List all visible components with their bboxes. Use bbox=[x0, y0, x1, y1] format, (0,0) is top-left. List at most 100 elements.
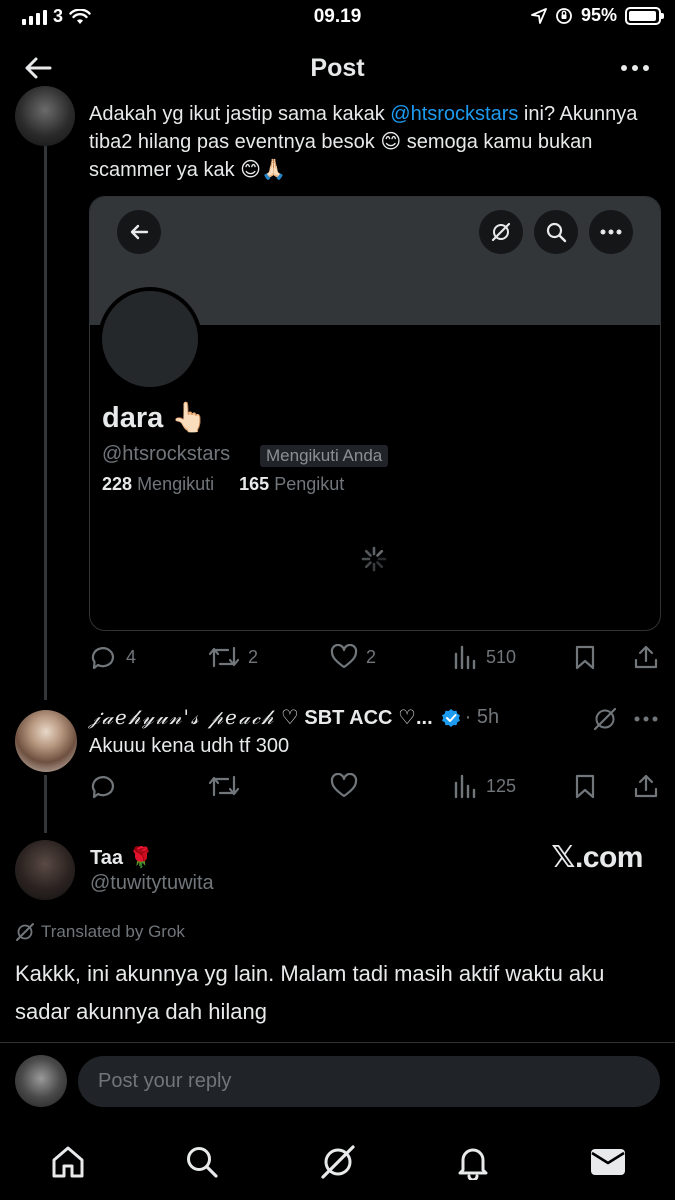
thread-line bbox=[44, 146, 47, 700]
more-button[interactable] bbox=[617, 54, 653, 82]
comment-icon bbox=[91, 647, 115, 670]
nav-notifications[interactable] bbox=[451, 1140, 495, 1184]
repost-count: 2 bbox=[248, 646, 259, 667]
screenshot-user-handle: @tuwitytuwita bbox=[90, 872, 214, 894]
views-chart-icon bbox=[454, 774, 476, 799]
status-bar: 3 09.19 95% bbox=[0, 0, 675, 36]
profile-avatar bbox=[98, 287, 202, 391]
home-icon bbox=[52, 1146, 84, 1178]
divider bbox=[0, 1042, 675, 1043]
bookmark-icon bbox=[575, 774, 595, 799]
repost-icon bbox=[208, 646, 240, 668]
reply-input-placeholder: Post your reply bbox=[98, 1070, 232, 1092]
spinner-spoke bbox=[364, 549, 372, 557]
views-chart-icon bbox=[454, 645, 476, 670]
following-label: Mengikuti bbox=[137, 474, 215, 494]
views-action[interactable]: 510 bbox=[452, 644, 516, 670]
grok-icon bbox=[321, 1145, 355, 1179]
translated-label: Translated by Grok bbox=[41, 922, 185, 941]
card-more-button bbox=[589, 210, 633, 254]
share-icon bbox=[634, 774, 658, 798]
battery-percent: 95% bbox=[580, 5, 617, 25]
nav-home[interactable] bbox=[46, 1140, 90, 1184]
spinner-spoke bbox=[376, 561, 384, 569]
bell-icon bbox=[458, 1148, 488, 1180]
followers-label: Pengikut bbox=[274, 474, 345, 494]
reply-action[interactable]: 4 bbox=[90, 644, 136, 670]
reply-avatar[interactable] bbox=[15, 710, 77, 772]
profile-name: dara 👆🏻 bbox=[102, 402, 208, 434]
follows-you-badge: Mengikuti Anda bbox=[260, 445, 389, 467]
reply-name-suffix: ♡ SBT ACC ♡... bbox=[275, 707, 433, 729]
share-action[interactable] bbox=[633, 644, 659, 670]
screenshot-post-text: Kakkk, ini akunnya yg lain. Malam tadi m… bbox=[15, 961, 605, 1024]
screenshot-user-name: Taa 🌹 bbox=[90, 847, 154, 869]
screenshot-user-avatar[interactable] bbox=[15, 840, 75, 900]
reply-text: Akuuu kena udh tf 300 bbox=[89, 735, 290, 757]
spinner-spoke bbox=[364, 561, 372, 569]
reply-repost-action[interactable] bbox=[208, 773, 240, 799]
post-text: Adakah yg ikut jastip sama kakak @htsroc… bbox=[89, 100, 649, 184]
search-icon bbox=[546, 222, 567, 243]
page-title: Post bbox=[310, 54, 365, 82]
status-right: 95% bbox=[531, 5, 664, 26]
x-com-watermark: 𝕏.com bbox=[551, 841, 643, 874]
nav-grok[interactable] bbox=[316, 1140, 360, 1184]
like-count: 2 bbox=[366, 646, 377, 667]
search-icon bbox=[187, 1147, 218, 1178]
mention-link[interactable]: @htsrockstars bbox=[390, 103, 518, 125]
location-arrow-icon bbox=[531, 7, 547, 24]
card-grok-button bbox=[479, 210, 523, 254]
top-header: Post bbox=[0, 40, 675, 96]
views-count: 510 bbox=[486, 646, 517, 667]
reply-views-count: 125 bbox=[486, 775, 517, 796]
share-icon bbox=[634, 645, 658, 669]
heart-icon bbox=[330, 644, 358, 669]
my-avatar bbox=[15, 1055, 67, 1107]
embedded-image-card[interactable]: dara 👆🏻 @htsrockstars Mengikuti Anda 228… bbox=[89, 196, 661, 631]
reply-input[interactable]: Post your reply bbox=[78, 1056, 660, 1107]
loading-spinner-icon bbox=[361, 546, 387, 572]
reply-like-action[interactable] bbox=[330, 773, 358, 799]
thread-line bbox=[44, 775, 47, 833]
reply-author-name[interactable]: 𝒿𝒶𝑒𝒽𝓎𝓊𝓃'𝓈 𝓅𝑒𝒶𝒸𝒽 ♡ SBT ACC ♡... bbox=[89, 705, 433, 730]
post-text-start: Adakah yg ikut jastip sama kakak bbox=[89, 103, 391, 125]
card-search-button bbox=[534, 210, 578, 254]
more-horizontal-icon bbox=[600, 229, 622, 235]
following-count: 228 bbox=[102, 474, 133, 494]
battery-icon bbox=[625, 6, 664, 25]
envelope-icon bbox=[591, 1149, 625, 1175]
repost-action[interactable]: 2 bbox=[208, 644, 258, 670]
author-avatar[interactable] bbox=[15, 86, 75, 146]
profile-stats: 228 Mengikuti 165 Pengikut bbox=[102, 474, 344, 495]
like-action[interactable]: 2 bbox=[330, 644, 376, 670]
battery-fill bbox=[629, 10, 656, 21]
grok-icon bbox=[491, 222, 511, 242]
followers-count: 165 bbox=[239, 474, 270, 494]
card-back-button bbox=[117, 210, 161, 254]
spinner-spoke bbox=[376, 549, 384, 557]
reply-timestamp: · 5h bbox=[464, 706, 500, 728]
reply-more-icon[interactable] bbox=[634, 716, 658, 722]
verified-badge-icon bbox=[441, 708, 460, 727]
nav-messages[interactable] bbox=[586, 1140, 630, 1184]
reply-reply-action[interactable] bbox=[90, 773, 118, 799]
translated-by-grok: Translated by Grok bbox=[15, 922, 185, 942]
nav-search[interactable] bbox=[180, 1140, 224, 1184]
arrow-left-icon bbox=[130, 224, 149, 240]
reply-views-action[interactable]: 125 bbox=[452, 773, 516, 799]
orientation-lock-icon bbox=[556, 7, 572, 24]
more-horizontal-icon bbox=[621, 65, 649, 71]
reply-share-action[interactable] bbox=[633, 773, 659, 799]
reply-header: 𝒿𝒶𝑒𝒽𝓎𝓊𝓃'𝓈 𝓅𝑒𝒶𝒸𝒽 ♡ SBT ACC ♡... · 5h bbox=[89, 705, 499, 730]
repost-icon bbox=[208, 775, 240, 797]
profile-handle: @htsrockstars bbox=[102, 443, 231, 465]
grok-icon[interactable] bbox=[592, 706, 618, 732]
reply-name-fancy: 𝒿𝒶𝑒𝒽𝓎𝓊𝓃'𝓈 𝓅𝑒𝒶𝒸𝒽 bbox=[89, 705, 276, 729]
bookmark-icon bbox=[575, 645, 595, 670]
comment-icon bbox=[91, 776, 115, 799]
reply-bookmark-action[interactable] bbox=[573, 773, 597, 799]
bottom-nav bbox=[0, 1132, 675, 1192]
grok-icon bbox=[16, 923, 34, 941]
bookmark-action[interactable] bbox=[573, 644, 597, 670]
